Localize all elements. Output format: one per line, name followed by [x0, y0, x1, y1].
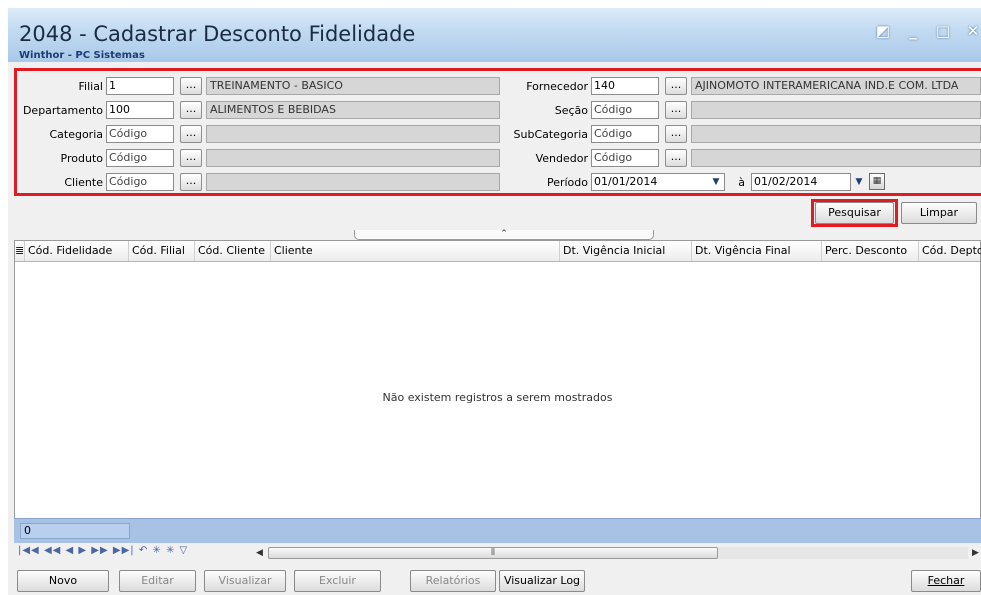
subcategoria-input[interactable]: Código: [591, 125, 659, 143]
column-cod-cliente[interactable]: Cód. Cliente: [195, 241, 271, 261]
periodo-label: Período: [546, 176, 588, 189]
novo-button[interactable]: Novo: [17, 570, 109, 592]
prev-record-icon[interactable]: ◀: [66, 545, 75, 556]
column-dt-vigencia-final[interactable]: Dt. Vigência Final: [692, 241, 822, 261]
filter-panel: Filial 1 ... TREINAMENTO - BASICO Depart…: [14, 68, 981, 196]
close-icon[interactable]: ✕: [965, 22, 981, 40]
next-record-icon[interactable]: ▶: [78, 545, 87, 556]
subcategoria-description: [691, 125, 981, 143]
column-cod-depto[interactable]: Cód. Depto: [919, 241, 981, 261]
secao-lookup-button[interactable]: ...: [665, 101, 687, 119]
subcategoria-label: SubCategoria: [513, 128, 588, 141]
fornecedor-description: AJINOMOTO INTERAMERICANA IND.E COM. LTDA: [691, 77, 981, 95]
vendedor-lookup-button[interactable]: ...: [665, 149, 687, 167]
title-bar: 2048 - Cadastrar Desconto Fidelidade Win…: [8, 8, 981, 62]
vendedor-input[interactable]: Código: [591, 149, 659, 167]
window-title: 2048 - Cadastrar Desconto Fidelidade: [19, 22, 416, 46]
calendar-icon[interactable]: ▦: [869, 173, 885, 190]
departamento-description: ALIMENTOS E BEBIDAS: [206, 101, 500, 119]
column-dt-vigencia-inicial[interactable]: Dt. Vigência Inicial: [560, 241, 692, 261]
fornecedor-lookup-button[interactable]: ...: [665, 77, 687, 95]
grid-footer: 0: [14, 518, 981, 543]
filial-lookup-button[interactable]: ...: [180, 77, 202, 95]
periodo-start-dropdown-icon[interactable]: ▼: [708, 174, 724, 190]
column-cliente[interactable]: Cliente: [271, 241, 560, 261]
limpar-button[interactable]: Limpar: [901, 202, 977, 224]
window-subtitle: Winthor - PC Sistemas: [19, 50, 145, 61]
scroll-thumb[interactable]: ⦀: [268, 547, 718, 559]
departamento-input[interactable]: 100: [106, 101, 174, 119]
next-page-icon[interactable]: ▶▶: [91, 545, 108, 556]
categoria-input[interactable]: Código: [106, 125, 174, 143]
vendedor-description: [691, 149, 981, 167]
secao-input[interactable]: Código: [591, 101, 659, 119]
visualizar-button[interactable]: Visualizar: [204, 570, 286, 592]
column-cod-fidelidade[interactable]: Cód. Fidelidade: [25, 241, 129, 261]
vendedor-label: Vendedor: [535, 152, 588, 165]
periodo-end-date[interactable]: 01/02/2014: [751, 173, 851, 191]
maximize-icon[interactable]: □: [935, 22, 951, 40]
fornecedor-input[interactable]: 140: [591, 77, 659, 95]
grid-header: ≣ Cód. Fidelidade Cód. Filial Cód. Clien…: [15, 241, 981, 262]
prev-page-icon[interactable]: ◀◀: [44, 545, 61, 556]
cliente-label: Cliente: [64, 176, 103, 189]
grid-navigator: |◀◀ ◀◀ ◀ ▶ ▶▶ ▶▶| ↶ ✳ ✳ ▽ ◀ ⦀ ▶: [14, 543, 981, 563]
categoria-lookup-button[interactable]: ...: [180, 125, 202, 143]
refresh-icon[interactable]: ✳: [152, 545, 161, 556]
column-chooser-icon[interactable]: ≣: [15, 241, 25, 261]
scroll-right-icon[interactable]: ▶: [972, 546, 979, 560]
pesquisar-button[interactable]: Pesquisar: [815, 202, 894, 224]
last-record-icon[interactable]: ▶▶|: [113, 545, 135, 556]
excluir-button[interactable]: Excluir: [294, 570, 381, 592]
periodo-start-date[interactable]: 01/01/2014: [591, 173, 725, 191]
fechar-button[interactable]: Fechar: [911, 570, 981, 592]
filial-label: Filial: [78, 80, 104, 93]
record-count: 0: [20, 523, 130, 539]
app-window: 2048 - Cadastrar Desconto Fidelidade Win…: [8, 8, 981, 595]
departamento-lookup-button[interactable]: ...: [180, 101, 202, 119]
produto-input[interactable]: Código: [106, 149, 174, 167]
horizontal-scrollbar[interactable]: ◀ ⦀ ▶: [254, 546, 981, 560]
produto-description: [206, 149, 500, 167]
departamento-label: Departamento: [22, 104, 103, 117]
restore-icon[interactable]: ◩: [875, 22, 891, 40]
undo-icon[interactable]: ↶: [139, 545, 148, 556]
subcategoria-lookup-button[interactable]: ...: [665, 125, 687, 143]
scroll-left-icon[interactable]: ◀: [256, 546, 263, 560]
secao-description: [691, 101, 981, 119]
panel-splitter-handle[interactable]: ⌃: [354, 230, 654, 240]
empty-grid-message: Não existem registros a serem mostrados: [382, 391, 613, 404]
bottom-toolbar: Novo Editar Visualizar Excluir Relatório…: [14, 567, 981, 595]
filial-description: TREINAMENTO - BASICO: [206, 77, 500, 95]
column-perc-desconto[interactable]: Perc. Desconto: [822, 241, 919, 261]
produto-label: Produto: [60, 152, 103, 165]
first-record-icon[interactable]: |◀◀: [18, 545, 40, 556]
cliente-input[interactable]: Código: [106, 173, 174, 191]
filial-input[interactable]: 1: [106, 77, 174, 95]
column-cod-filial[interactable]: Cód. Filial: [129, 241, 195, 261]
clear-filter-icon[interactable]: ✳: [166, 545, 175, 556]
cliente-description: [206, 173, 500, 191]
editar-button[interactable]: Editar: [119, 570, 196, 592]
periodo-end-dropdown-icon[interactable]: ▼: [851, 174, 867, 190]
produto-lookup-button[interactable]: ...: [180, 149, 202, 167]
periodo-separator: à: [738, 176, 745, 189]
minimize-icon[interactable]: _: [905, 22, 921, 40]
filter-icon[interactable]: ▽: [180, 545, 189, 556]
fornecedor-label: Fornecedor: [526, 80, 588, 93]
cliente-lookup-button[interactable]: ...: [180, 173, 202, 191]
window-controls: ◩ _ □ ✕: [875, 22, 981, 40]
categoria-label: Categoria: [49, 128, 103, 141]
results-grid: ≣ Cód. Fidelidade Cód. Filial Cód. Clien…: [14, 240, 981, 542]
relatorios-button[interactable]: Relatórios: [410, 570, 496, 592]
visualizar-log-button[interactable]: Visualizar Log: [499, 570, 585, 592]
secao-label: Seção: [554, 104, 588, 117]
categoria-description: [206, 125, 500, 143]
navigator-buttons[interactable]: |◀◀ ◀◀ ◀ ▶ ▶▶ ▶▶| ↶ ✳ ✳ ▽: [18, 545, 188, 556]
